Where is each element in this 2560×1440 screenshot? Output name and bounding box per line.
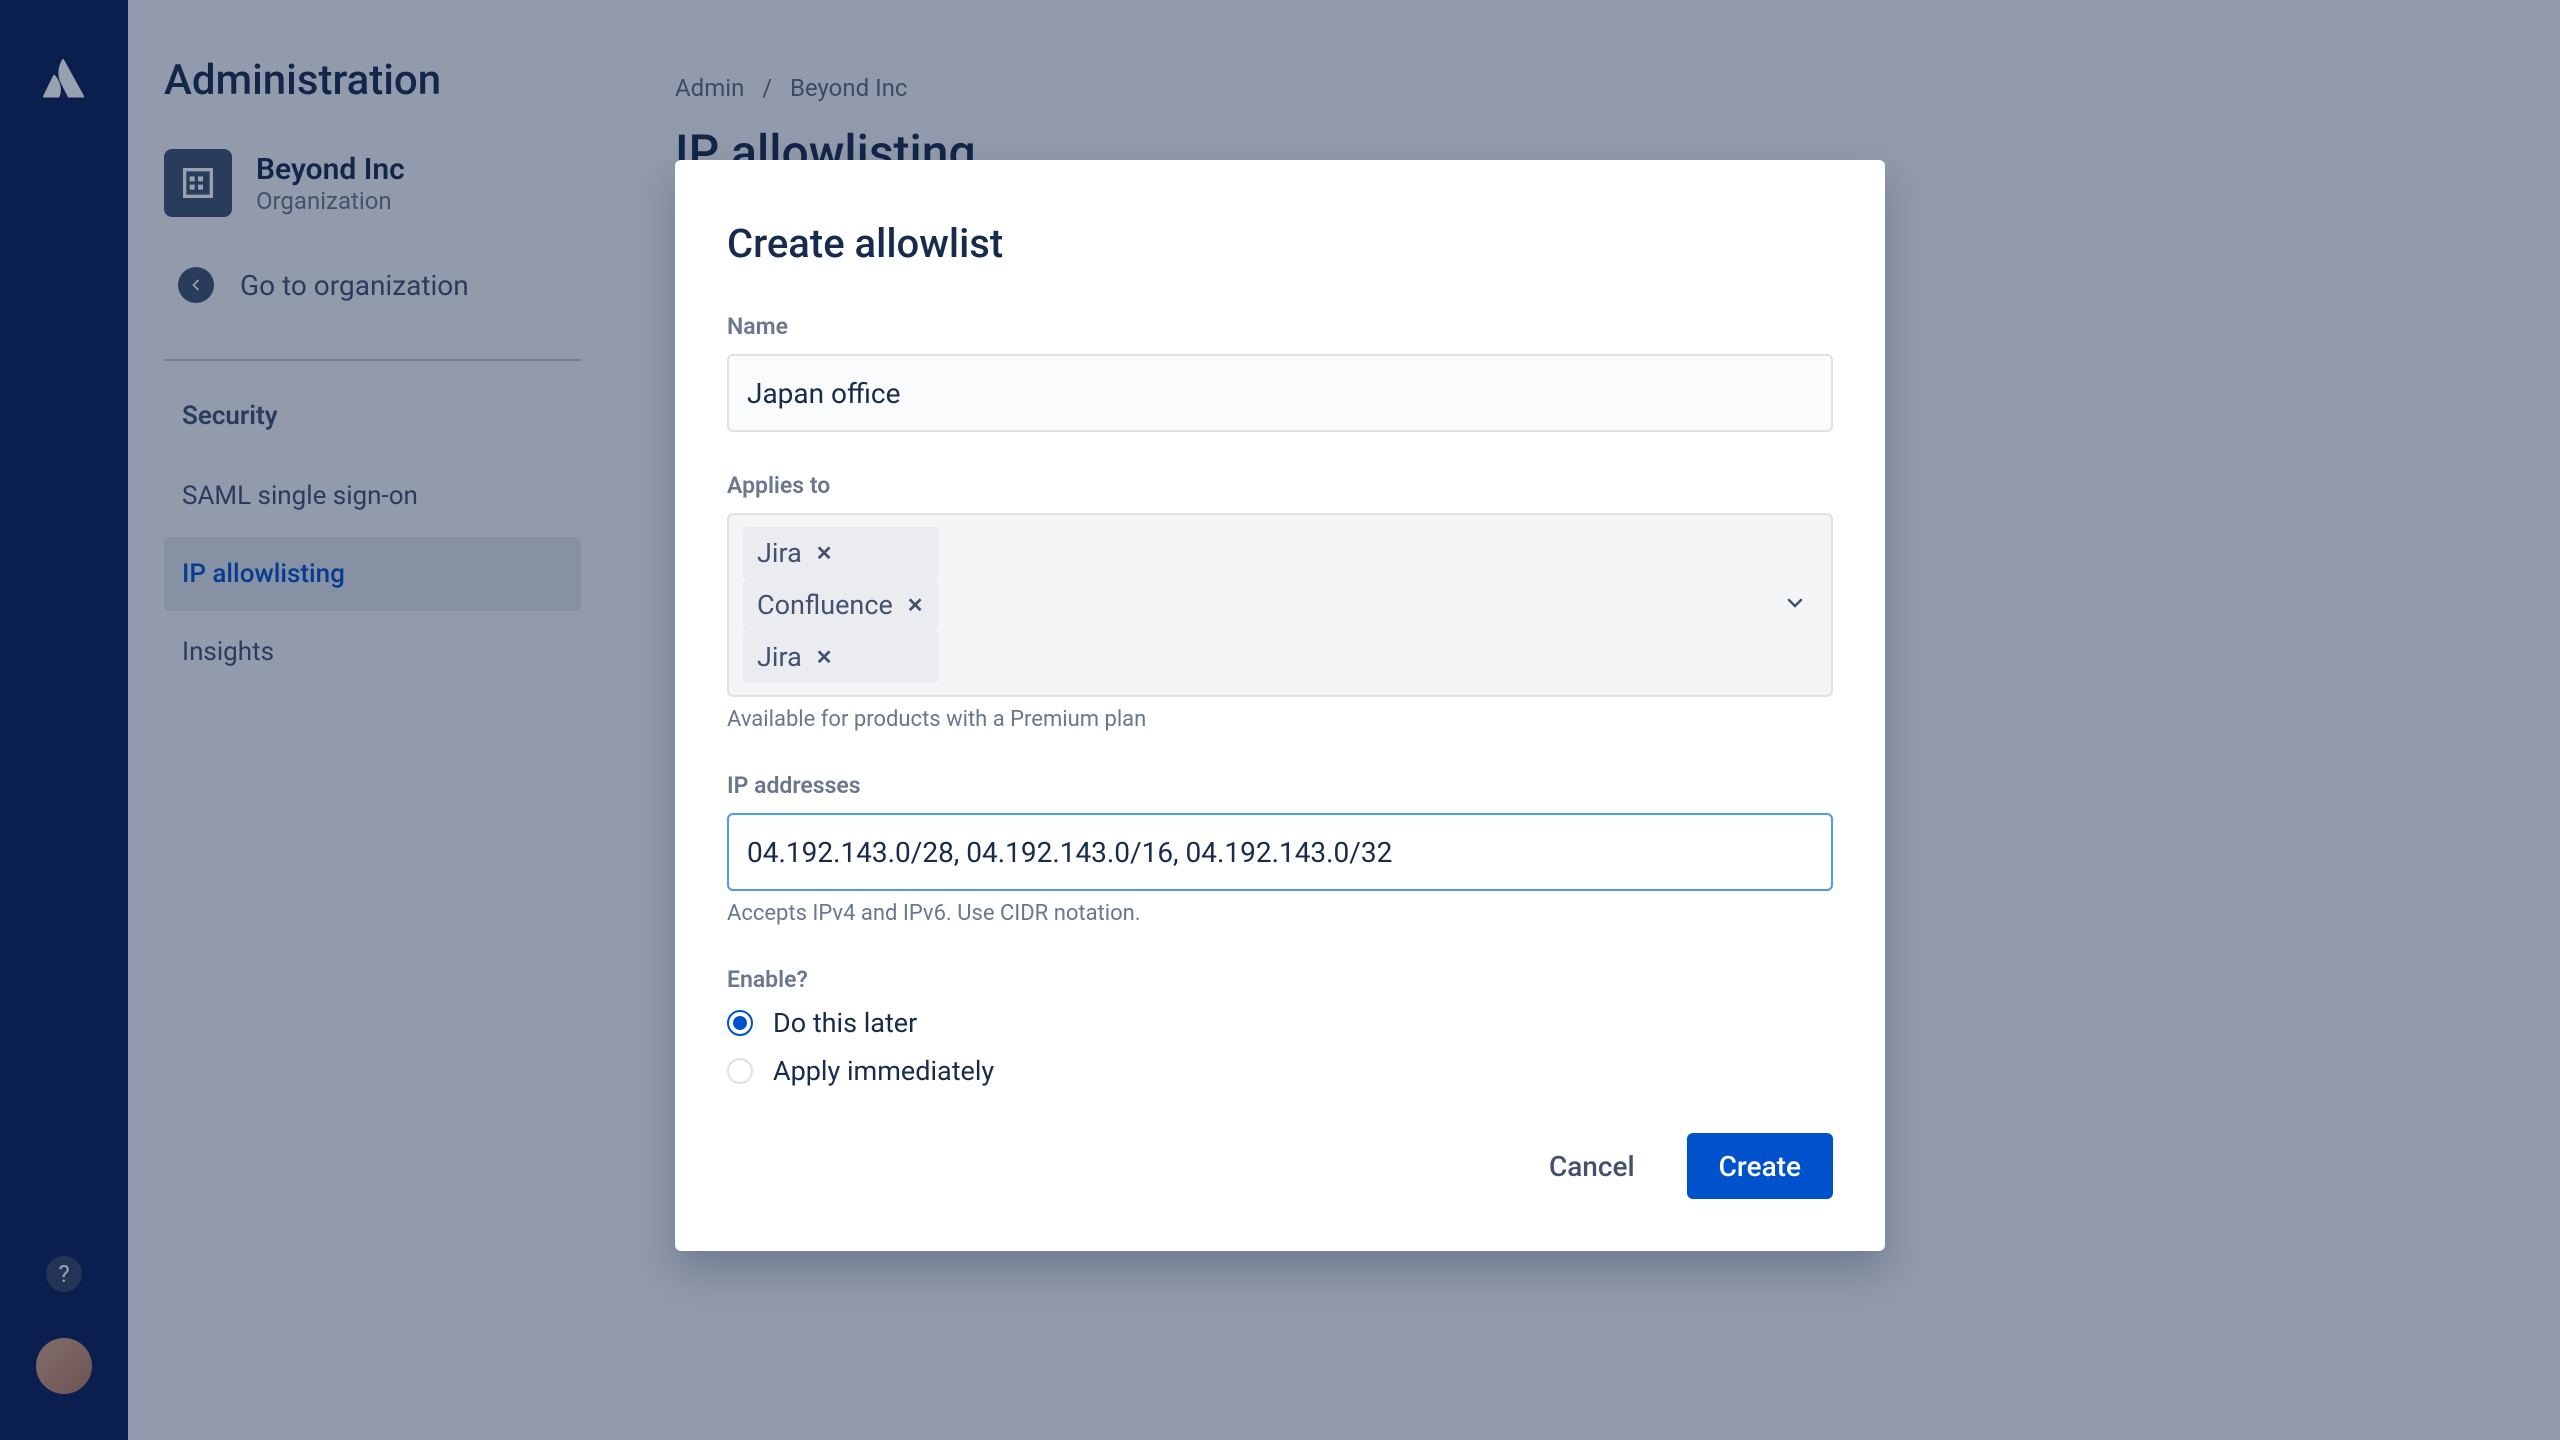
ip-addresses-hint: Accepts IPv4 and IPv6. Use CIDR notation… (727, 901, 1833, 926)
tag-remove-icon[interactable]: ✕ (816, 645, 833, 669)
name-input[interactable] (727, 354, 1833, 432)
radio-apply-immediately[interactable]: Apply immediately (727, 1055, 1833, 1087)
name-label: Name (727, 313, 1833, 340)
create-button[interactable]: Create (1687, 1133, 1833, 1199)
tag-confluence: Confluence✕ (743, 579, 938, 631)
tag-remove-icon[interactable]: ✕ (907, 593, 924, 617)
modal-title: Create allowlist (727, 220, 1833, 267)
tag-jira: Jira✕ (743, 527, 938, 579)
chevron-down-icon (1783, 591, 1807, 619)
applies-to-select[interactable]: Jira✕Confluence✕Jira✕ (727, 513, 1833, 697)
radio-do-this-later[interactable]: Do this later (727, 1007, 1833, 1039)
enable-label: Enable? (727, 966, 1833, 993)
applies-to-hint: Available for products with a Premium pl… (727, 707, 1833, 732)
ip-addresses-label: IP addresses (727, 772, 1833, 799)
create-allowlist-modal: Create allowlist Name Applies to Jira✕Co… (675, 160, 1885, 1251)
radio-icon (727, 1058, 753, 1084)
tag-remove-icon[interactable]: ✕ (816, 541, 833, 565)
cancel-button[interactable]: Cancel (1517, 1133, 1667, 1199)
applies-to-label: Applies to (727, 472, 1833, 499)
ip-addresses-input[interactable] (727, 813, 1833, 891)
modal-overlay[interactable]: Create allowlist Name Applies to Jira✕Co… (0, 0, 2560, 1440)
tag-jira: Jira✕ (743, 631, 938, 683)
radio-icon (727, 1010, 753, 1036)
